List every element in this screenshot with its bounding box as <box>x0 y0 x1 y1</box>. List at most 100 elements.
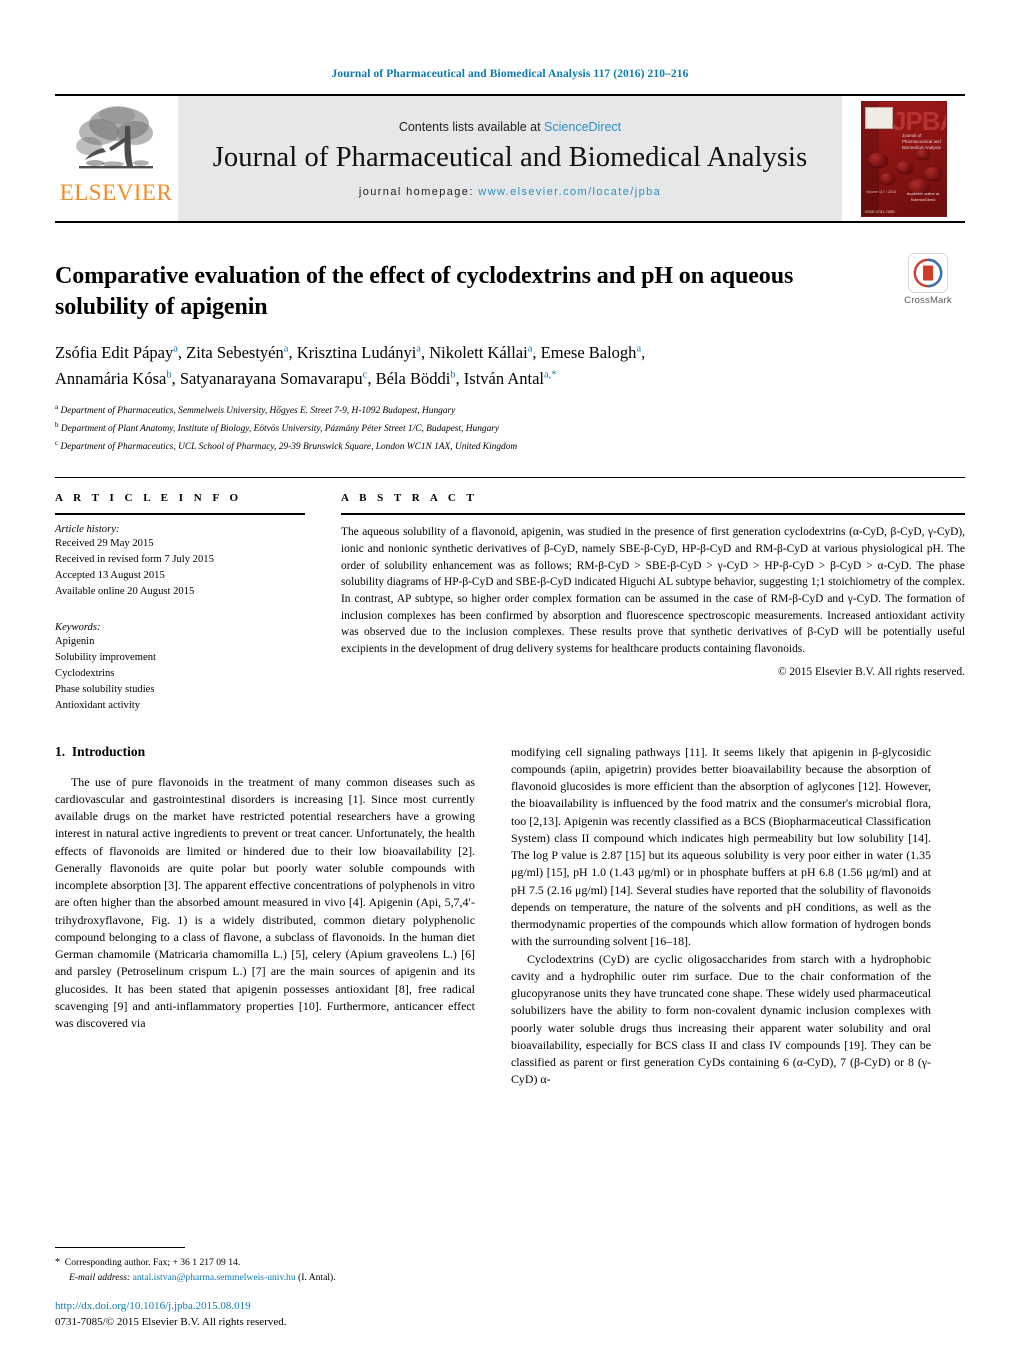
author-item: Emese Balogha <box>541 343 641 362</box>
journal-homepage-line: journal homepage: www.elsevier.com/locat… <box>359 186 661 198</box>
history-item: Received in revised form 7 July 2015 <box>55 554 214 566</box>
author-name: Annamária Kósa <box>55 368 167 388</box>
author-item: Zita Sebestyéna <box>186 343 288 362</box>
abstract-copyright: © 2015 Elsevier B.V. All rights reserved… <box>777 665 965 678</box>
affiliation-text: Department of Plant Anatomy, Institute o… <box>60 424 500 435</box>
elsevier-logo: ELSEVIER <box>55 96 177 221</box>
email-note: E-mail address: antal.istvan@pharma.semm… <box>55 1271 475 1285</box>
affiliation-list: a Department of Pharmaceutics, Semmelwei… <box>55 401 965 456</box>
crossmark-badge[interactable]: CrossMark <box>891 253 965 306</box>
author-name: István Antal <box>463 368 544 388</box>
body-column-right: modifying cell signaling pathways [11]. … <box>511 744 931 1089</box>
history-item: Accepted 13 August 2015 <box>55 570 165 582</box>
info-abstract-region: A R T I C L E I N F O Article history: R… <box>55 477 965 713</box>
affiliation-item: b Department of Plant Anatomy, Institute… <box>55 419 965 437</box>
affiliation-item: a Department of Pharmaceutics, Semmelwei… <box>55 401 965 419</box>
contents-prefix: Contents lists available at <box>398 119 545 134</box>
author-name: Zsófia Edit Pápay <box>55 343 174 363</box>
author-item: Krisztina Ludányia <box>297 343 421 362</box>
body-column-left: 1. Introduction The use of pure flavonoi… <box>55 744 475 1089</box>
keyword-item: Cyclodextrins <box>55 667 115 679</box>
author-item: Satyanarayana Somavarapuc <box>180 369 367 388</box>
author-name: Béla Böddi <box>375 368 451 388</box>
email-link[interactable]: antal.istvan@pharma.semmelweis-univ.hu <box>133 1272 296 1283</box>
cover-artwork: JPBA Journal of Pharmaceutical and Biome… <box>861 100 947 217</box>
corresponding-author-note: * Corresponding author. Fax; + 36 1 217 … <box>55 1255 475 1270</box>
author-affil-marker: b <box>166 369 172 381</box>
journal-cover-thumbnail: JPBA Journal of Pharmaceutical and Biome… <box>843 96 965 221</box>
homepage-prefix: journal homepage: <box>358 185 479 198</box>
affiliation-text: Department of Pharmaceutics, Semmelweis … <box>60 405 456 416</box>
author-name: Satyanarayana Somavarapu <box>179 368 363 388</box>
elsevier-tree-icon <box>73 102 159 180</box>
author-affil-marker: a <box>527 343 533 355</box>
journal-masthead: ELSEVIER Contents lists available at Sci… <box>55 94 965 223</box>
history-item: Available online 20 August 2015 <box>55 586 195 598</box>
abstract-heading: A B S T R A C T <box>341 492 478 505</box>
asterisk-icon: * <box>55 1257 60 1269</box>
article-info-column: A R T I C L E I N F O Article history: R… <box>55 478 305 713</box>
paragraph: modifying cell signaling pathways [11]. … <box>511 744 931 949</box>
keyword-item: Phase solubility studies <box>55 683 155 695</box>
affiliation-item: c Department of Pharmaceutics, UCL Schoo… <box>55 437 965 455</box>
author-item: István Antala,* <box>464 369 557 388</box>
history-item: Received 29 May 2015 <box>55 538 154 550</box>
author-item: Zsófia Edit Pápaya <box>55 343 178 362</box>
title-block: CrossMark Comparative evaluation of the … <box>55 253 965 456</box>
corresponding-author-text: Corresponding author. Fax; + 36 1 217 09… <box>64 1257 241 1269</box>
email-suffix: (I. Antal). <box>298 1271 336 1283</box>
section-number: 1. <box>55 743 66 759</box>
running-head: Journal of Pharmaceutical and Biomedical… <box>331 68 689 80</box>
cover-issn: ISSN 0731-7085 <box>865 208 895 214</box>
paper-page: Journal of Pharmaceutical and Biomedical… <box>0 0 1020 1351</box>
masthead-center: Contents lists available at ScienceDirec… <box>177 96 843 221</box>
article-history-list: Received 29 May 2015 Received in revised… <box>55 536 305 600</box>
footnote-rule <box>55 1247 185 1249</box>
cover-volume-meta: Volume 117 • 2016 <box>866 189 896 194</box>
crossmark-label: CrossMark <box>904 295 952 306</box>
author-item: Nikolett Kállaia <box>429 343 532 362</box>
abstract-column: A B S T R A C T The aqueous solubility o… <box>341 478 965 713</box>
sciencedirect-link[interactable]: ScienceDirect <box>544 120 621 134</box>
doi-link[interactable]: http://dx.doi.org/10.1016/j.jpba.2015.08… <box>55 1299 555 1315</box>
issn-copyright-line: 0731-7085/© 2015 Elsevier B.V. All right… <box>55 1316 287 1329</box>
author-name: Nikolett Kállai <box>429 343 528 363</box>
footnote-block: * Corresponding author. Fax; + 36 1 217 … <box>55 1247 475 1285</box>
author-item: Annamária Kósab <box>55 369 172 388</box>
author-name: Krisztina Ludányi <box>296 343 417 363</box>
journal-homepage-link[interactable]: www.elsevier.com/locate/jpba <box>478 186 661 198</box>
paragraph: The use of pure flavonoids in the treatm… <box>55 774 475 1031</box>
keyword-item: Antioxidant activity <box>55 699 141 711</box>
affiliation-marker: b <box>55 420 59 429</box>
affiliation-marker: a <box>55 402 59 411</box>
author-affil-marker: a,* <box>543 369 557 381</box>
abstract-text: The aqueous solubility of a flavonoid, a… <box>341 526 965 655</box>
section-label: Introduction <box>71 743 146 759</box>
paragraph: Cyclodextrins (CyD) are cyclic oligosacc… <box>511 951 931 1087</box>
elsevier-wordmark: ELSEVIER <box>59 180 173 205</box>
author-affil-marker: c <box>362 369 368 381</box>
body-columns: 1. Introduction The use of pure flavonoi… <box>55 744 965 1089</box>
author-list: Zsófia Edit Pápaya, Zita Sebestyéna, Kri… <box>55 343 646 388</box>
journal-title: Journal of Pharmaceutical and Biomedical… <box>212 141 808 173</box>
abstract-rule <box>341 513 965 516</box>
author-affil-marker: b <box>450 369 456 381</box>
crossmark-icon <box>908 253 948 293</box>
email-label: E-mail address: <box>69 1271 131 1283</box>
article-info-heading: A R T I C L E I N F O <box>55 492 243 505</box>
keywords-label: Keywords: <box>55 622 101 634</box>
keywords-list: Apigenin Solubility improvement Cyclodex… <box>55 634 305 713</box>
article-history-label: Article history: <box>55 524 120 536</box>
cover-sciencedirect-note: Available online at ScienceDirect <box>906 191 940 202</box>
keyword-item: Solubility improvement <box>55 651 156 663</box>
author-item: Béla Böddib <box>376 369 456 388</box>
cover-badge-icon <box>865 106 893 129</box>
article-info-rule <box>55 513 305 516</box>
page-title: Comparative evaluation of the effect of … <box>55 263 794 320</box>
author-affil-marker: a <box>636 343 642 355</box>
affiliation-text: Department of Pharmaceutics, UCL School … <box>60 442 518 453</box>
contents-list-line: Contents lists available at ScienceDirec… <box>399 120 621 134</box>
section-title-introduction: 1. Introduction <box>55 744 475 760</box>
keyword-item: Apigenin <box>55 636 95 648</box>
affiliation-marker: c <box>55 439 59 448</box>
